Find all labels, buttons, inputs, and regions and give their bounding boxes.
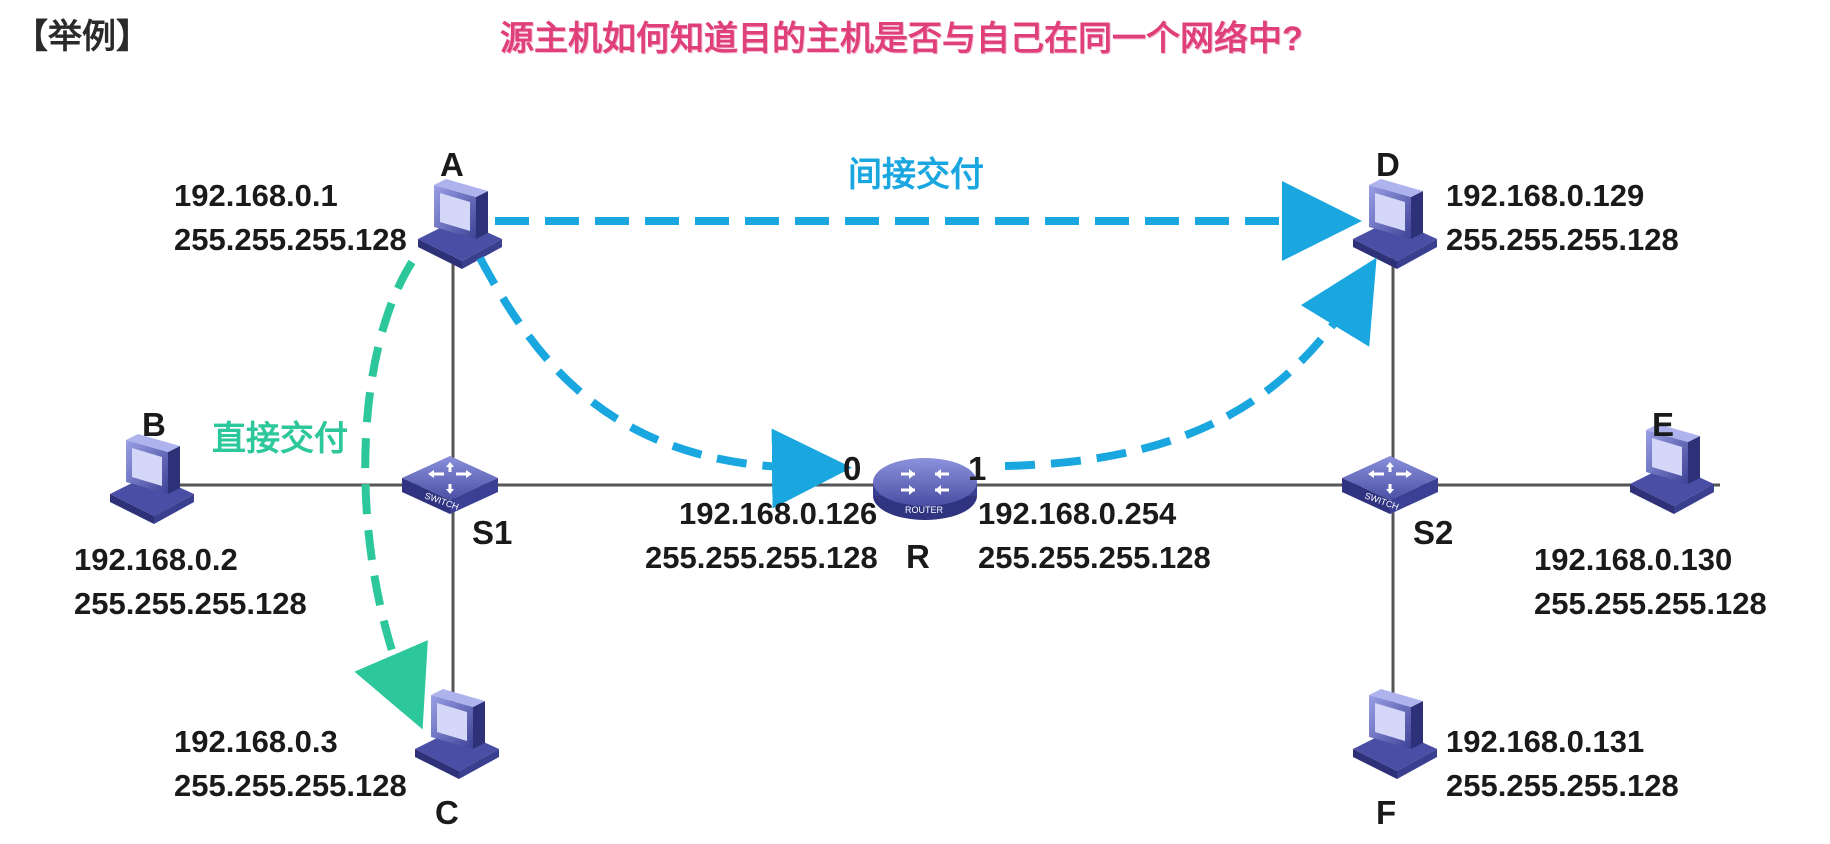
indirect-arrow-a-to-router [476, 256, 852, 509]
host-e-label: E [1652, 406, 1675, 443]
host-d-ip: 192.168.0.129 [1446, 178, 1645, 213]
host-c-mask: 255.255.255.128 [174, 768, 407, 803]
host-c-ip: 192.168.0.3 [174, 724, 338, 759]
host-c-label: C [435, 794, 459, 831]
example-tag: 【举例】 [14, 18, 150, 56]
switch-s1-label: S1 [472, 514, 513, 551]
switch-icon-s2: SWITCH [1340, 454, 1440, 516]
router-port-1-mask: 255.255.255.128 [978, 540, 1211, 575]
host-f-ip: 192.168.0.131 [1446, 724, 1645, 759]
router-port-0-ip: 192.168.0.126 [679, 496, 878, 531]
router-label: R [906, 538, 930, 575]
host-e-mask: 255.255.255.128 [1534, 586, 1767, 621]
host-b-label: B [142, 406, 166, 443]
indirect-arrow-router-to-d [1004, 257, 1377, 470]
router-icon: ROUTER [873, 458, 977, 520]
router-port-1-label: 1 [968, 450, 987, 487]
host-d-mask: 255.255.255.128 [1446, 222, 1679, 257]
host-a-ip: 192.168.0.1 [174, 178, 338, 213]
host-b-ip: 192.168.0.2 [74, 542, 238, 577]
host-b-mask: 255.255.255.128 [74, 586, 307, 621]
direct-delivery-label: 直接交付 [212, 420, 348, 458]
switch-icon-s1: SWITCH [400, 454, 500, 516]
router-device-text: ROUTER [905, 505, 944, 515]
host-f-mask: 255.255.255.128 [1446, 768, 1679, 803]
router-port-0-mask: 255.255.255.128 [645, 540, 878, 575]
host-f-label: F [1376, 794, 1397, 831]
pc-icon-b [110, 434, 194, 524]
host-a-mask: 255.255.255.128 [174, 222, 407, 257]
host-d-label: D [1376, 146, 1400, 183]
indirect-delivery-label: 间接交付 [848, 156, 984, 194]
host-e-ip: 192.168.0.130 [1534, 542, 1733, 577]
pc-icon-c [415, 689, 499, 779]
switch-s2-label: S2 [1413, 514, 1454, 551]
pc-icon-a [418, 179, 502, 269]
pc-icon-f [1353, 689, 1437, 779]
host-a-label: A [440, 146, 464, 183]
diagram-question: 源主机如何知道目的主机是否与自己在同一个网络中? [500, 20, 1303, 58]
router-port-1-ip: 192.168.0.254 [978, 496, 1177, 531]
pc-icon-d [1353, 179, 1437, 269]
router-port-0-label: 0 [843, 450, 862, 487]
